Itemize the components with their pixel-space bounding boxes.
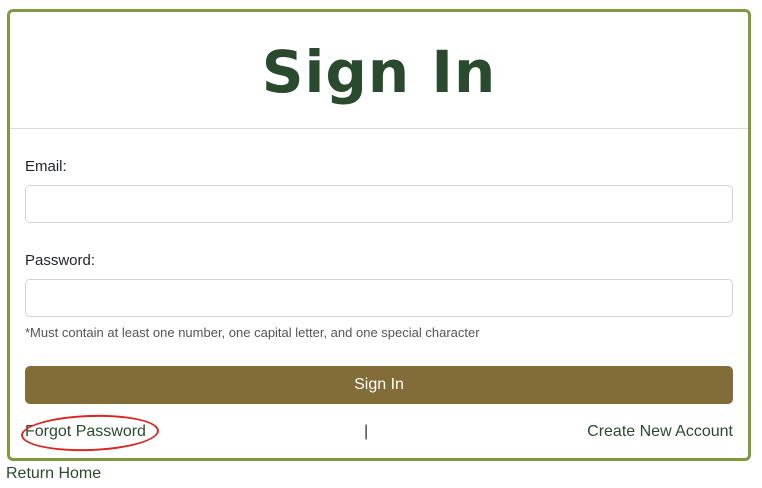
page-title: Sign In: [261, 38, 497, 106]
password-hint: *Must contain at least one number, one c…: [25, 325, 480, 340]
forgot-password-link[interactable]: Forgot Password: [25, 423, 146, 441]
password-field[interactable]: [25, 279, 733, 317]
link-separator: |: [364, 423, 369, 440]
email-field[interactable]: [25, 185, 733, 223]
return-home-link[interactable]: Return Home: [6, 465, 101, 483]
password-label: Password:: [25, 252, 96, 269]
card-header: Sign In: [10, 12, 748, 129]
create-account-link[interactable]: Create New Account: [587, 423, 733, 441]
sign-in-button[interactable]: Sign In: [25, 366, 733, 404]
email-label: Email:: [25, 158, 67, 175]
sign-in-card: Sign In Email: Password: *Must contain a…: [7, 9, 751, 461]
